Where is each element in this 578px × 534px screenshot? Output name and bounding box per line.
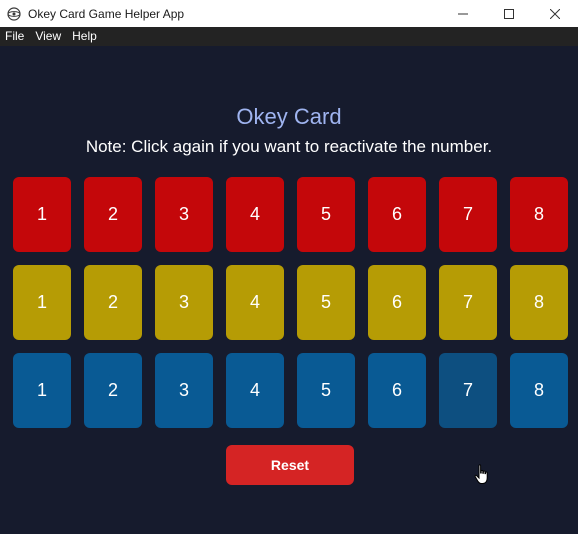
card-yellow-8[interactable]: 8 <box>510 265 568 340</box>
title-bar: Okey Card Game Helper App <box>0 0 578 27</box>
card-red-5[interactable]: 5 <box>297 177 355 252</box>
card-yellow-6[interactable]: 6 <box>368 265 426 340</box>
card-blue-8[interactable]: 8 <box>510 353 568 428</box>
card-red-1[interactable]: 1 <box>13 177 71 252</box>
card-row-red: 1 2 3 4 5 6 7 8 <box>13 177 568 252</box>
menu-view[interactable]: View <box>30 27 67 46</box>
close-icon <box>550 8 560 19</box>
card-blue-4[interactable]: 4 <box>226 353 284 428</box>
maximize-icon <box>504 8 514 19</box>
card-red-2[interactable]: 2 <box>84 177 142 252</box>
card-blue-1[interactable]: 1 <box>13 353 71 428</box>
app-icon <box>7 6 21 21</box>
card-blue-5[interactable]: 5 <box>297 353 355 428</box>
card-blue-6[interactable]: 6 <box>368 353 426 428</box>
hand-cursor-icon <box>474 464 488 484</box>
card-row-yellow: 1 2 3 4 5 6 7 8 <box>13 265 568 340</box>
card-red-6[interactable]: 6 <box>368 177 426 252</box>
card-row-blue: 1 2 3 4 5 6 7 8 <box>13 353 568 428</box>
card-yellow-1[interactable]: 1 <box>13 265 71 340</box>
menu-help[interactable]: Help <box>67 27 103 46</box>
card-yellow-4[interactable]: 4 <box>226 265 284 340</box>
card-red-7[interactable]: 7 <box>439 177 497 252</box>
window-title: Okey Card Game Helper App <box>28 6 185 21</box>
card-red-3[interactable]: 3 <box>155 177 213 252</box>
card-yellow-2[interactable]: 2 <box>84 265 142 340</box>
card-yellow-5[interactable]: 5 <box>297 265 355 340</box>
card-red-4[interactable]: 4 <box>226 177 284 252</box>
main-content: Okey Card Note: Click again if you want … <box>0 46 578 534</box>
card-blue-2[interactable]: 2 <box>84 353 142 428</box>
card-blue-3[interactable]: 3 <box>155 353 213 428</box>
card-yellow-3[interactable]: 3 <box>155 265 213 340</box>
card-red-8[interactable]: 8 <box>510 177 568 252</box>
instruction-note: Note: Click again if you want to reactiv… <box>85 137 493 156</box>
card-blue-7[interactable]: 7 <box>439 353 497 428</box>
close-button[interactable] <box>532 0 578 27</box>
menu-file[interactable]: File <box>0 27 30 46</box>
reset-button[interactable]: Reset <box>226 445 354 485</box>
minimize-button[interactable] <box>440 0 486 27</box>
menu-bar: File View Help <box>0 27 578 46</box>
maximize-button[interactable] <box>486 0 532 27</box>
minimize-icon <box>458 13 468 14</box>
page-title: Okey Card <box>236 104 342 129</box>
card-yellow-7[interactable]: 7 <box>439 265 497 340</box>
